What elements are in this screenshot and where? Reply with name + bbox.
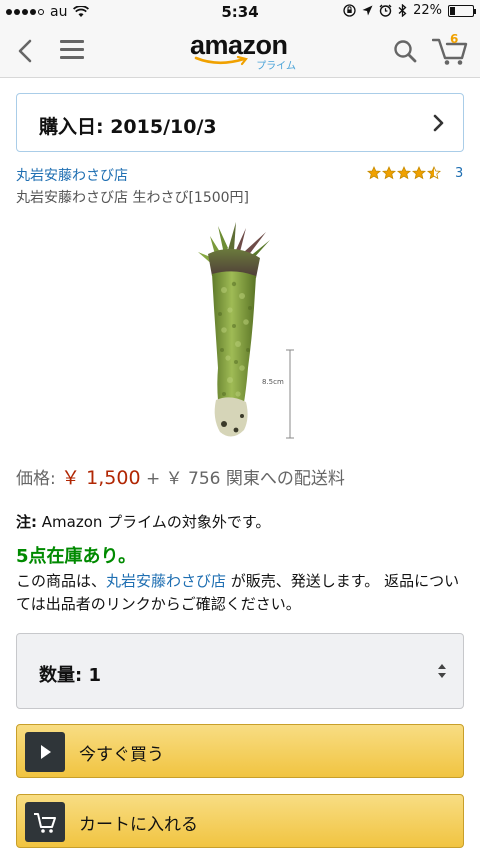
price-label: 価格:	[16, 469, 62, 489]
buy-now-button[interactable]: 今すぐ買う	[16, 724, 464, 778]
back-icon[interactable]	[14, 38, 38, 64]
scale-label: 8.5cm	[262, 378, 284, 386]
stock-status: 5点在庫あり。	[16, 542, 136, 568]
cart-button[interactable]: 6	[431, 32, 468, 66]
logo-text: amazon	[190, 30, 288, 60]
seller-info: この商品は、丸岩安藤わさび店 が販売、発送します。 返品については出品者のリンク…	[16, 570, 466, 616]
add-to-cart-label: カートに入れる	[79, 815, 198, 835]
logo-prime-label: プライム	[256, 61, 296, 72]
star-icon	[367, 166, 381, 180]
star-rating[interactable]	[367, 166, 441, 180]
stock-text: 在庫あり。	[46, 546, 137, 567]
star-icon	[382, 166, 396, 180]
purchase-date-label: 購入日: 2015/10/3	[39, 116, 217, 138]
product-image[interactable]: 8.5cm	[190, 218, 300, 448]
note-text: Amazon プライムの対象外です。	[37, 513, 271, 531]
rating-count[interactable]: 3	[455, 166, 463, 181]
menu-icon[interactable]	[60, 40, 84, 62]
battery-percent: 22%	[413, 3, 442, 18]
quantity-label: 数量: 1	[39, 665, 101, 686]
chevron-right-icon	[433, 114, 444, 132]
quantity-select[interactable]: 数量: 1	[16, 633, 464, 709]
shipping-cost: + ￥ 756 関東への配送料	[140, 469, 345, 489]
status-right: 22%	[343, 3, 476, 18]
location-icon	[362, 5, 373, 16]
seller-info-prefix: この商品は、	[16, 572, 107, 590]
buy-now-label: 今すぐ買う	[79, 745, 164, 765]
cart-icon	[25, 802, 65, 842]
play-icon	[25, 732, 65, 772]
product-title: 丸岩安藤わさび店 生わさび[1500円]	[16, 190, 250, 206]
price-row: 価格: ￥ 1,500 + ￥ 756 関東への配送料	[16, 463, 345, 490]
amazon-logo[interactable]: amazon プライム	[190, 30, 296, 72]
status-bar: au 5:34 22%	[0, 0, 480, 24]
bluetooth-icon	[398, 4, 407, 17]
logo-smile-icon	[194, 56, 248, 66]
seller-info-link[interactable]: 丸岩安藤わさび店	[106, 572, 226, 590]
prime-note: 注: Amazon プライムの対象外です。	[16, 511, 270, 532]
seller-link[interactable]: 丸岩安藤わさび店	[16, 165, 128, 185]
select-arrows-icon	[438, 664, 446, 678]
star-icon	[412, 166, 426, 180]
star-icon	[397, 166, 411, 180]
battery-icon	[448, 4, 476, 17]
nav-bar: amazon プライム 6	[0, 24, 480, 78]
alarm-icon	[379, 4, 392, 17]
purchase-date-row[interactable]: 購入日: 2015/10/3	[16, 93, 464, 152]
orientation-lock-icon	[343, 4, 356, 17]
star-icon	[427, 166, 441, 180]
search-icon[interactable]	[392, 38, 418, 64]
price-value: ￥ 1,500	[61, 467, 141, 489]
add-to-cart-button[interactable]: カートに入れる	[16, 794, 464, 848]
cart-count-badge: 6	[450, 32, 459, 46]
stock-count: 5点	[16, 546, 47, 567]
note-label: 注:	[16, 513, 37, 531]
